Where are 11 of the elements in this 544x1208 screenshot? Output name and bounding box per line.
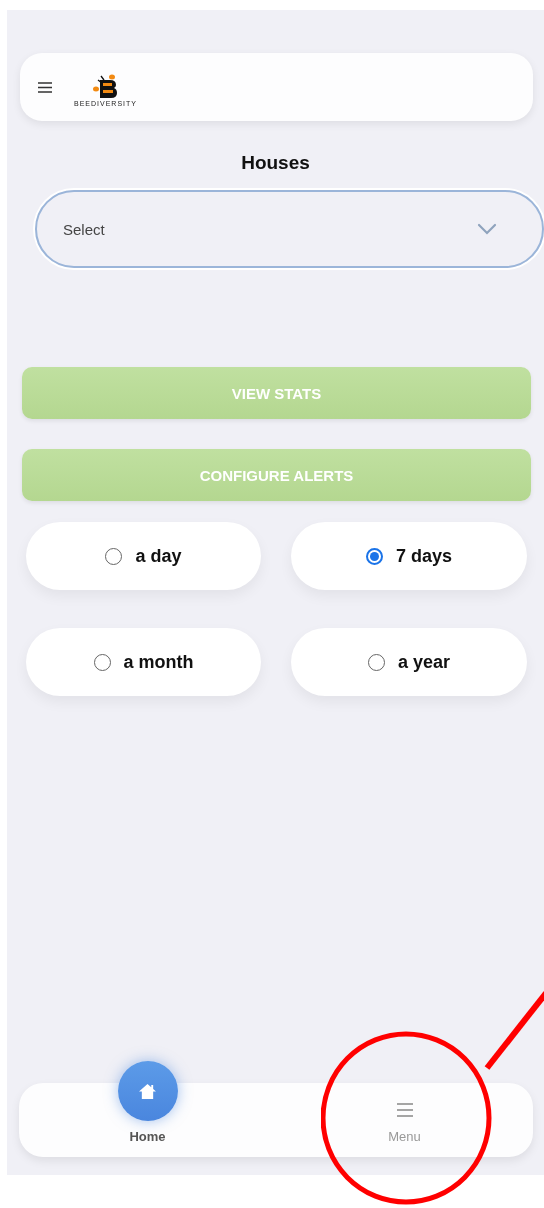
page-title: Houses bbox=[240, 152, 311, 174]
radio-button[interactable] bbox=[365, 547, 383, 565]
period-option[interactable]: a day bbox=[26, 522, 261, 590]
period-option[interactable]: a year bbox=[291, 628, 527, 696]
home-icon bbox=[138, 1082, 157, 1100]
period-option[interactable]: 7 days bbox=[291, 522, 527, 590]
menu-icon[interactable] bbox=[38, 81, 52, 93]
period-option[interactable]: a month bbox=[26, 628, 261, 696]
house-select[interactable]: Select bbox=[35, 190, 544, 268]
chevron-down-icon bbox=[477, 223, 497, 235]
menu-icon bbox=[396, 1103, 413, 1117]
